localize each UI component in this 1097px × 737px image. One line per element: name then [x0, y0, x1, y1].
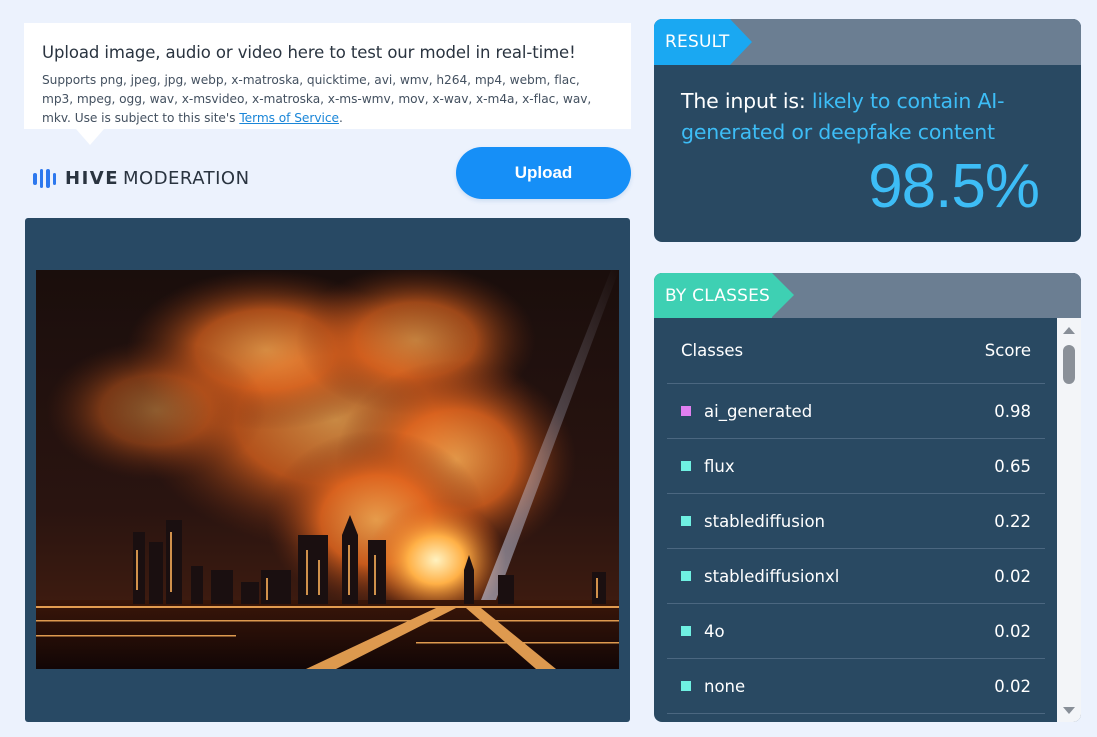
result-header: RESULT [654, 19, 1081, 65]
night-city-fire-image [36, 270, 619, 669]
class-score: 0.02 [994, 676, 1031, 696]
class-color-swatch [681, 626, 691, 636]
classes-table: Classes Score ai_generated 0.98 flux 0.65 st… [667, 318, 1045, 714]
table-row: ai_generated 0.98 [667, 384, 1045, 439]
class-color-swatch [681, 681, 691, 691]
class-score: 0.02 [994, 566, 1031, 586]
result-percentage: 98.5% [868, 152, 1040, 221]
class-cell: 4o [681, 622, 725, 641]
table-row: flux 0.65 [667, 439, 1045, 494]
class-color-swatch [681, 461, 691, 471]
info-period: . [338, 111, 343, 125]
class-name: flux [704, 456, 735, 476]
table-row: stablediffusionxl 0.02 [667, 549, 1045, 604]
logo-product: MODERATION [123, 168, 250, 189]
class-color-swatch [681, 406, 691, 416]
class-color-swatch [681, 571, 691, 581]
classes-header: BY CLASSES [654, 273, 1081, 318]
classes-column-header: Classes [681, 341, 744, 360]
upload-info-title: Upload image, audio or video here to tes… [42, 43, 576, 62]
media-preview-panel [25, 218, 630, 722]
terms-of-service-link[interactable]: Terms of Service [239, 111, 339, 125]
logo-brand: HIVE [65, 168, 119, 189]
result-tag: RESULT [654, 19, 752, 65]
class-cell: none [681, 677, 745, 696]
scroll-down-icon[interactable] [1063, 707, 1075, 714]
class-score: 0.22 [994, 511, 1031, 531]
classes-table-header: Classes Score [667, 318, 1045, 384]
by-classes-tag: BY CLASSES [654, 273, 794, 318]
class-cell: stablediffusionxl [681, 567, 839, 586]
table-row: none 0.02 [667, 659, 1045, 714]
table-row: 4o 0.02 [667, 604, 1045, 659]
class-score: 0.65 [994, 456, 1031, 476]
upload-info-description: Supports png, jpeg, jpg, webp, x-matrosk… [42, 71, 613, 128]
class-score: 0.02 [994, 621, 1031, 641]
table-row: stablediffusion 0.22 [667, 494, 1045, 549]
hive-bars-icon [33, 169, 56, 188]
class-cell: ai_generated [681, 402, 812, 421]
result-card: RESULT The input is: likely to contain A… [654, 19, 1081, 242]
uploaded-image-preview [36, 270, 619, 669]
result-prefix: The input is: [681, 89, 812, 113]
upload-info-card: Upload image, audio or video here to tes… [24, 23, 631, 145]
class-name: none [704, 676, 746, 696]
upload-button[interactable]: Upload [456, 147, 631, 199]
logo-wordmark: HIVE MODERATION [65, 168, 250, 189]
scroll-thumb[interactable] [1063, 345, 1075, 384]
result-statement: The input is: likely to contain AI-gener… [681, 86, 1051, 148]
class-name: ai_generated [704, 401, 813, 421]
class-score: 0.98 [994, 401, 1031, 421]
classes-card: BY CLASSES Classes Score ai_generated 0.9… [654, 273, 1081, 722]
classes-scrollbar[interactable] [1057, 318, 1081, 722]
class-cell: stablediffusion [681, 512, 825, 531]
class-cell: flux [681, 457, 735, 476]
score-column-header: Score [984, 341, 1031, 360]
scroll-up-icon[interactable] [1063, 327, 1075, 334]
class-name: 4o [704, 621, 725, 641]
hive-moderation-logo: HIVE MODERATION [33, 168, 250, 189]
class-name: stablediffusionxl [704, 566, 840, 586]
class-color-swatch [681, 516, 691, 526]
class-name: stablediffusion [704, 511, 826, 531]
